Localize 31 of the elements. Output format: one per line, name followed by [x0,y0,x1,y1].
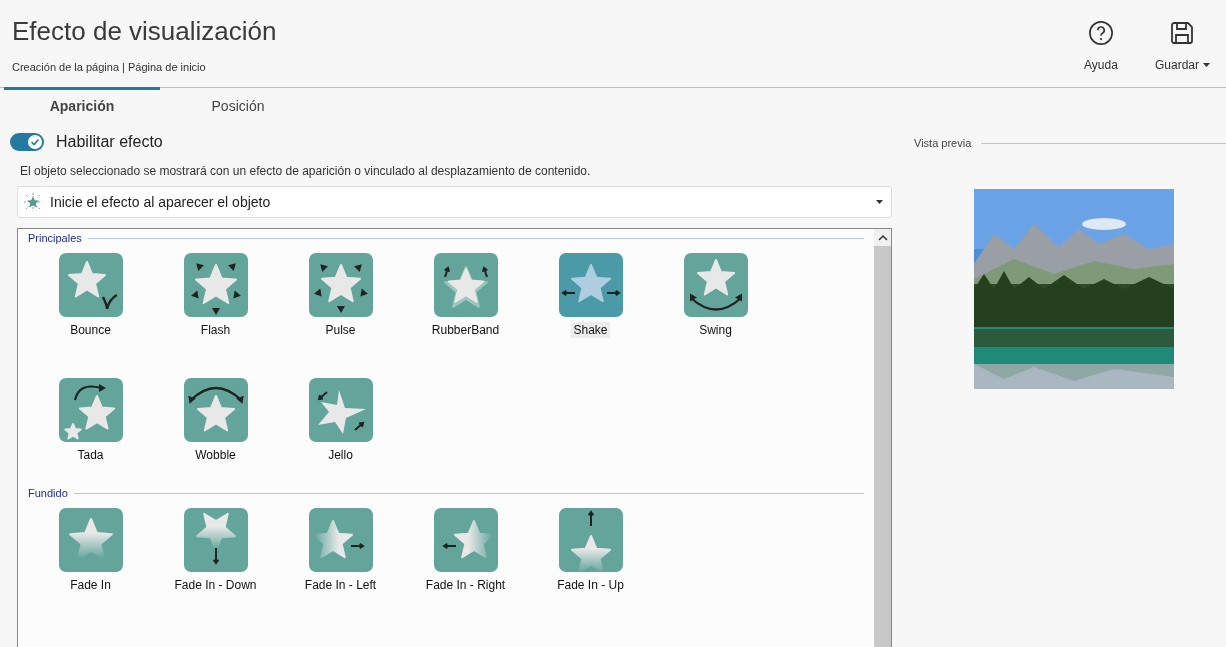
effect-option[interactable]: Fade In - Left [278,508,403,593]
effect-option[interactable]: Shake [528,253,653,338]
effect-option[interactable]: Wobble [153,378,278,463]
preview-label: Vista previa [914,137,972,149]
description-text: El objeto seleccionado se mostrará con un efecto de aparición o vinculado al desplazamiento de contenido. [20,164,592,178]
trigger-dropdown[interactable]: Inicie el efecto al aparecer el objeto [17,186,892,218]
effect-option[interactable]: Bounce [28,253,153,338]
effect-option[interactable]: Pulse [278,253,403,338]
effect-option[interactable]: Flash [153,253,278,338]
effect-option[interactable]: Swing [653,253,778,338]
effect-option[interactable]: Jello [278,378,403,463]
group-heading: Fundido [28,487,68,499]
tab[interactable]: Aparición [4,87,160,121]
breadcrumb: Creación de la página | Página de inicio [12,61,207,73]
tab[interactable]: Posición [160,87,316,121]
caret-icon [876,200,883,204]
chevron-up-icon [877,233,888,242]
help-button[interactable]: Ayuda [1070,20,1131,72]
effect-option[interactable]: Fade In - Right [403,508,528,593]
effect-option[interactable]: Tada [28,378,153,463]
group-heading: Principales [28,232,82,244]
effect-option[interactable]: Fade In - Up [528,508,653,593]
effect-option[interactable]: Fade In [28,508,153,593]
save-button[interactable]: Guardar [1150,20,1214,72]
effect-option[interactable]: Fade In - Down [153,508,278,593]
effect-option[interactable]: RubberBand [403,253,528,338]
checkmark-icon [29,136,41,148]
toggle-label: Habilitar efecto [56,133,163,151]
toggle-switch[interactable] [10,133,44,151]
help-icon [1086,20,1115,46]
page-title: Efecto de visualización [12,16,277,47]
